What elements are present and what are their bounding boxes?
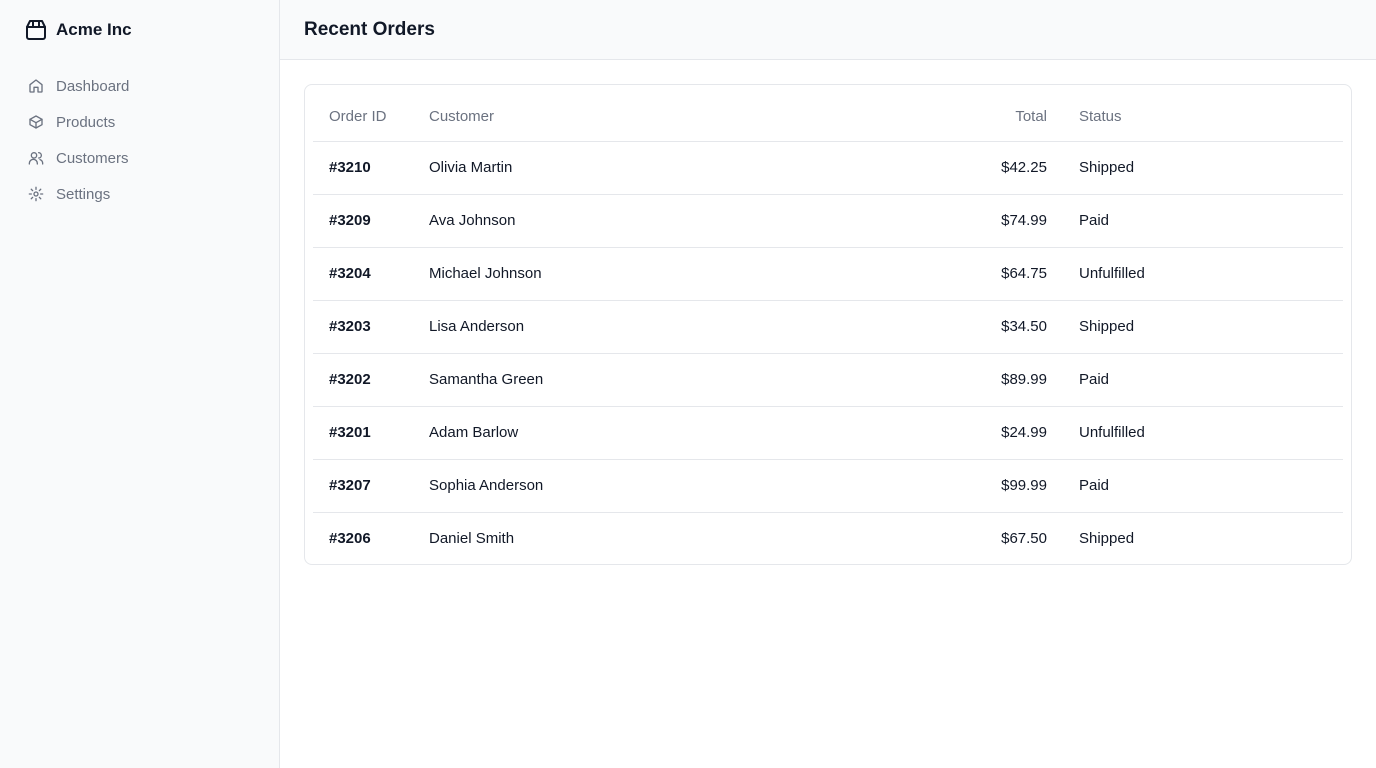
customer-name: Samantha Green xyxy=(429,371,544,388)
order-id: #3210 xyxy=(329,159,371,176)
order-id: #3203 xyxy=(329,318,371,335)
order-status: Paid xyxy=(1079,371,1110,388)
page-title: Recent Orders xyxy=(304,18,435,40)
order-id: #3201 xyxy=(329,424,371,441)
box-icon xyxy=(28,114,44,130)
table-row[interactable]: #3204 Michael Johnson $64.75 Unfulfilled xyxy=(313,247,1343,300)
sidebar-item-customers[interactable]: Customers xyxy=(16,140,263,176)
sidebar-item-label: Dashboard xyxy=(56,77,130,95)
page-header: Recent Orders xyxy=(280,0,1376,60)
order-id: #3209 xyxy=(329,212,371,229)
sidebar-item-dashboard[interactable]: Dashboard xyxy=(16,68,263,104)
order-status: Unfulfilled xyxy=(1079,424,1145,441)
home-icon xyxy=(28,78,44,94)
order-total: $24.99 xyxy=(1001,424,1047,441)
table-row[interactable]: #3203 Lisa Anderson $34.50 Shipped xyxy=(313,300,1343,353)
table-row[interactable]: #3207 Sophia Anderson $99.99 Paid xyxy=(313,459,1343,512)
sidebar-item-products[interactable]: Products xyxy=(16,104,263,140)
sidebar-item-label: Products xyxy=(56,113,116,131)
order-total: $42.25 xyxy=(1001,159,1047,176)
order-status: Paid xyxy=(1079,212,1110,229)
package-icon xyxy=(24,18,48,42)
sidebar-nav: Dashboard Products Customers Settings xyxy=(0,60,279,212)
customer-name: Lisa Anderson xyxy=(429,318,525,335)
gear-icon xyxy=(28,186,44,202)
orders-table: Order ID Customer Total Status #3210 Oli… xyxy=(313,93,1343,564)
table-row[interactable]: #3202 Samantha Green $89.99 Paid xyxy=(313,353,1343,406)
customer-name: Michael Johnson xyxy=(429,265,542,282)
brand[interactable]: Acme Inc xyxy=(0,0,279,60)
table-row[interactable]: #3210 Olivia Martin $42.25 Shipped xyxy=(313,141,1343,194)
order-total: $67.50 xyxy=(1001,529,1047,547)
brand-name: Acme Inc xyxy=(56,20,132,39)
order-status: Unfulfilled xyxy=(1079,265,1145,282)
order-status: Paid xyxy=(1079,477,1110,494)
customer-name: Daniel Smith xyxy=(429,529,515,547)
table-row[interactable]: #3206 Daniel Smith $67.50 Shipped xyxy=(313,512,1343,564)
table-row[interactable]: #3209 Ava Johnson $74.99 Paid xyxy=(313,194,1343,247)
column-header-status: Status xyxy=(1079,108,1122,126)
order-total: $99.99 xyxy=(1001,477,1047,494)
order-id: #3206 xyxy=(329,529,371,547)
sidebar-item-label: Customers xyxy=(56,149,129,167)
customer-name: Sophia Anderson xyxy=(429,477,544,494)
order-total: $64.75 xyxy=(1001,265,1047,282)
table-header-row: Order ID Customer Total Status xyxy=(313,93,1343,141)
column-header-customer: Customer xyxy=(429,108,495,126)
sidebar: Acme Inc Dashboard Products Customers Se… xyxy=(0,0,280,768)
order-id: #3202 xyxy=(329,371,371,388)
sidebar-item-settings[interactable]: Settings xyxy=(16,176,263,212)
main-area: Recent Orders Order ID Customer Total St… xyxy=(280,0,1376,768)
customer-name: Olivia Martin xyxy=(429,159,513,176)
column-header-order-id: Order ID xyxy=(329,108,387,126)
table-row[interactable]: #3201 Adam Barlow $24.99 Unfulfilled xyxy=(313,406,1343,459)
app-shell: Acme Inc Dashboard Products Customers Se… xyxy=(0,0,1376,768)
customer-name: Ava Johnson xyxy=(429,212,516,229)
content: Order ID Customer Total Status #3210 Oli… xyxy=(280,60,1376,589)
order-status: Shipped xyxy=(1079,318,1135,335)
order-id: #3207 xyxy=(329,477,371,494)
order-status: Shipped xyxy=(1079,159,1135,176)
order-status: Shipped xyxy=(1079,529,1135,547)
customer-name: Adam Barlow xyxy=(429,424,519,441)
users-icon xyxy=(28,150,44,166)
order-total: $74.99 xyxy=(1001,212,1047,229)
order-total: $34.50 xyxy=(1001,318,1047,335)
orders-card: Order ID Customer Total Status #3210 Oli… xyxy=(304,84,1352,565)
order-total: $89.99 xyxy=(1001,371,1047,388)
sidebar-item-label: Settings xyxy=(56,185,111,203)
column-header-total: Total xyxy=(1015,108,1047,126)
order-id: #3204 xyxy=(329,265,371,282)
